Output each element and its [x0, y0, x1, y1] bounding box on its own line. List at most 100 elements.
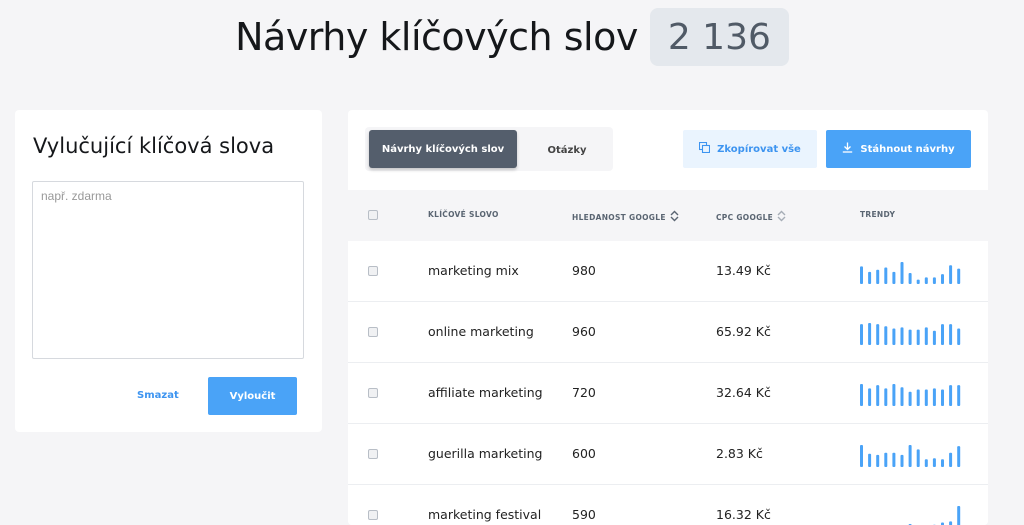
trend-bar — [900, 262, 904, 284]
trend-bar — [932, 277, 936, 284]
column-header-cpc[interactable]: CPC GOOGLE — [716, 210, 786, 224]
trend-bar — [941, 389, 944, 406]
volume-cell: 960 — [572, 324, 596, 339]
trend-bar — [900, 454, 904, 467]
trend-bar — [949, 385, 953, 406]
tab-questions[interactable]: Otázky — [525, 131, 609, 169]
download-icon — [842, 142, 853, 156]
trend-bar — [957, 446, 961, 467]
trend-bar — [884, 326, 888, 345]
trend-bar — [924, 389, 928, 406]
trend-bar — [892, 384, 896, 406]
trend-bar — [916, 449, 920, 467]
column-header-cpc-label: CPC GOOGLE — [716, 212, 774, 222]
trend-bar — [957, 268, 961, 284]
trend-bar — [924, 277, 928, 284]
select-all-checkbox[interactable] — [368, 210, 378, 220]
table-row: marketing mix 980 13.49 Kč — [348, 241, 988, 302]
trend-bar — [932, 330, 936, 345]
cpc-cell: 32.64 Kč — [716, 385, 771, 400]
column-header-keyword: KLÍČOVÉ SLOVO — [428, 210, 499, 219]
copy-all-button[interactable]: Zkopírovat vše — [683, 130, 817, 168]
download-suggestions-label: Stáhnout návrhy — [860, 143, 955, 155]
trend-sparkline — [908, 506, 961, 525]
trend-bar — [957, 506, 961, 525]
keyword-cell: guerilla marketing — [428, 446, 543, 461]
trend-bar — [949, 521, 953, 525]
table-row: guerilla marketing 600 2.83 Kč — [348, 424, 988, 485]
volume-cell: 590 — [572, 507, 596, 522]
cpc-cell: 13.49 Kč — [716, 263, 771, 278]
trend-bar — [860, 384, 863, 406]
page-header: Návrhy klíčových slov 2 136 — [0, 8, 1024, 66]
tab-bar: Návrhy klíčových slov Otázky — [365, 127, 613, 171]
row-checkbox[interactable] — [368, 510, 378, 520]
trend-bar — [876, 269, 880, 284]
table-row: marketing festival 590 16.32 Kč — [348, 485, 988, 525]
trend-bar — [892, 328, 896, 345]
trend-bar — [916, 389, 920, 406]
exclude-keywords-panel: Vylučující klíčová slova Smazat Vyloučit — [15, 110, 322, 432]
volume-cell: 720 — [572, 385, 596, 400]
trend-bar — [900, 327, 904, 345]
row-checkbox[interactable] — [368, 266, 378, 276]
keyword-cell: marketing festival — [428, 507, 542, 522]
trend-sparkline — [860, 262, 961, 284]
trend-sparkline — [860, 445, 961, 467]
clear-button[interactable]: Smazat — [137, 390, 179, 401]
trend-bar — [941, 324, 944, 345]
exclude-keywords-input[interactable] — [32, 181, 304, 359]
trend-bar — [916, 329, 920, 345]
trend-bar — [908, 445, 912, 467]
suggestion-count-badge: 2 136 — [649, 8, 789, 66]
trend-bar — [868, 453, 872, 467]
table-header: KLÍČOVÉ SLOVO HLEDANOST GOOGLE CPC GOOGL… — [348, 190, 988, 241]
trend-bar — [892, 452, 896, 467]
trend-bar — [932, 458, 936, 467]
trend-bar — [908, 391, 912, 406]
copy-all-label: Zkopírovat vše — [717, 143, 801, 155]
trend-bar — [932, 388, 936, 406]
copy-icon — [699, 141, 711, 156]
trend-bar — [949, 324, 953, 345]
row-checkbox[interactable] — [368, 327, 378, 337]
column-header-volume[interactable]: HLEDANOST GOOGLE — [572, 210, 679, 224]
sort-icon[interactable] — [777, 210, 786, 224]
volume-cell: 600 — [572, 446, 596, 461]
trend-bar — [884, 388, 888, 406]
table-row: affiliate marketing 720 32.64 Kč — [348, 363, 988, 424]
trend-bar — [860, 266, 863, 284]
trend-bar — [876, 385, 880, 406]
exclude-button[interactable]: Vyloučit — [208, 377, 297, 415]
column-header-volume-label: HLEDANOST GOOGLE — [572, 212, 666, 222]
row-checkbox[interactable] — [368, 449, 378, 459]
page-title: Návrhy klíčových slov — [235, 15, 638, 59]
sort-icon[interactable] — [670, 210, 679, 224]
trend-bar — [860, 445, 863, 467]
volume-cell: 980 — [572, 263, 596, 278]
exclude-panel-title: Vylučující klíčová slova — [33, 134, 275, 158]
trend-bar — [868, 271, 872, 284]
cpc-cell: 16.32 Kč — [716, 507, 771, 522]
table-row: online marketing 960 65.92 Kč — [348, 302, 988, 363]
trend-bar — [908, 273, 912, 284]
trend-bar — [949, 452, 953, 467]
trend-bar — [957, 328, 961, 345]
download-suggestions-button[interactable]: Stáhnout návrhy — [826, 130, 971, 168]
keyword-suggestions-panel: Návrhy klíčových slov Otázky Zkopírovat … — [348, 110, 988, 525]
trend-bar — [892, 271, 896, 284]
keyword-cell: affiliate marketing — [428, 385, 543, 400]
trend-bar — [876, 324, 880, 345]
trend-bar — [900, 387, 904, 406]
trend-bar — [884, 267, 888, 284]
trend-bar — [941, 274, 944, 284]
trend-sparkline — [860, 323, 961, 345]
cpc-cell: 2.83 Kč — [716, 446, 763, 461]
keyword-cell: marketing mix — [428, 263, 519, 278]
trend-bar — [860, 324, 863, 345]
trend-bar — [868, 388, 872, 406]
trend-bar — [957, 385, 961, 406]
row-checkbox[interactable] — [368, 388, 378, 398]
tab-keyword-suggestions[interactable]: Návrhy klíčových slov — [369, 130, 517, 168]
trend-sparkline — [860, 384, 961, 406]
